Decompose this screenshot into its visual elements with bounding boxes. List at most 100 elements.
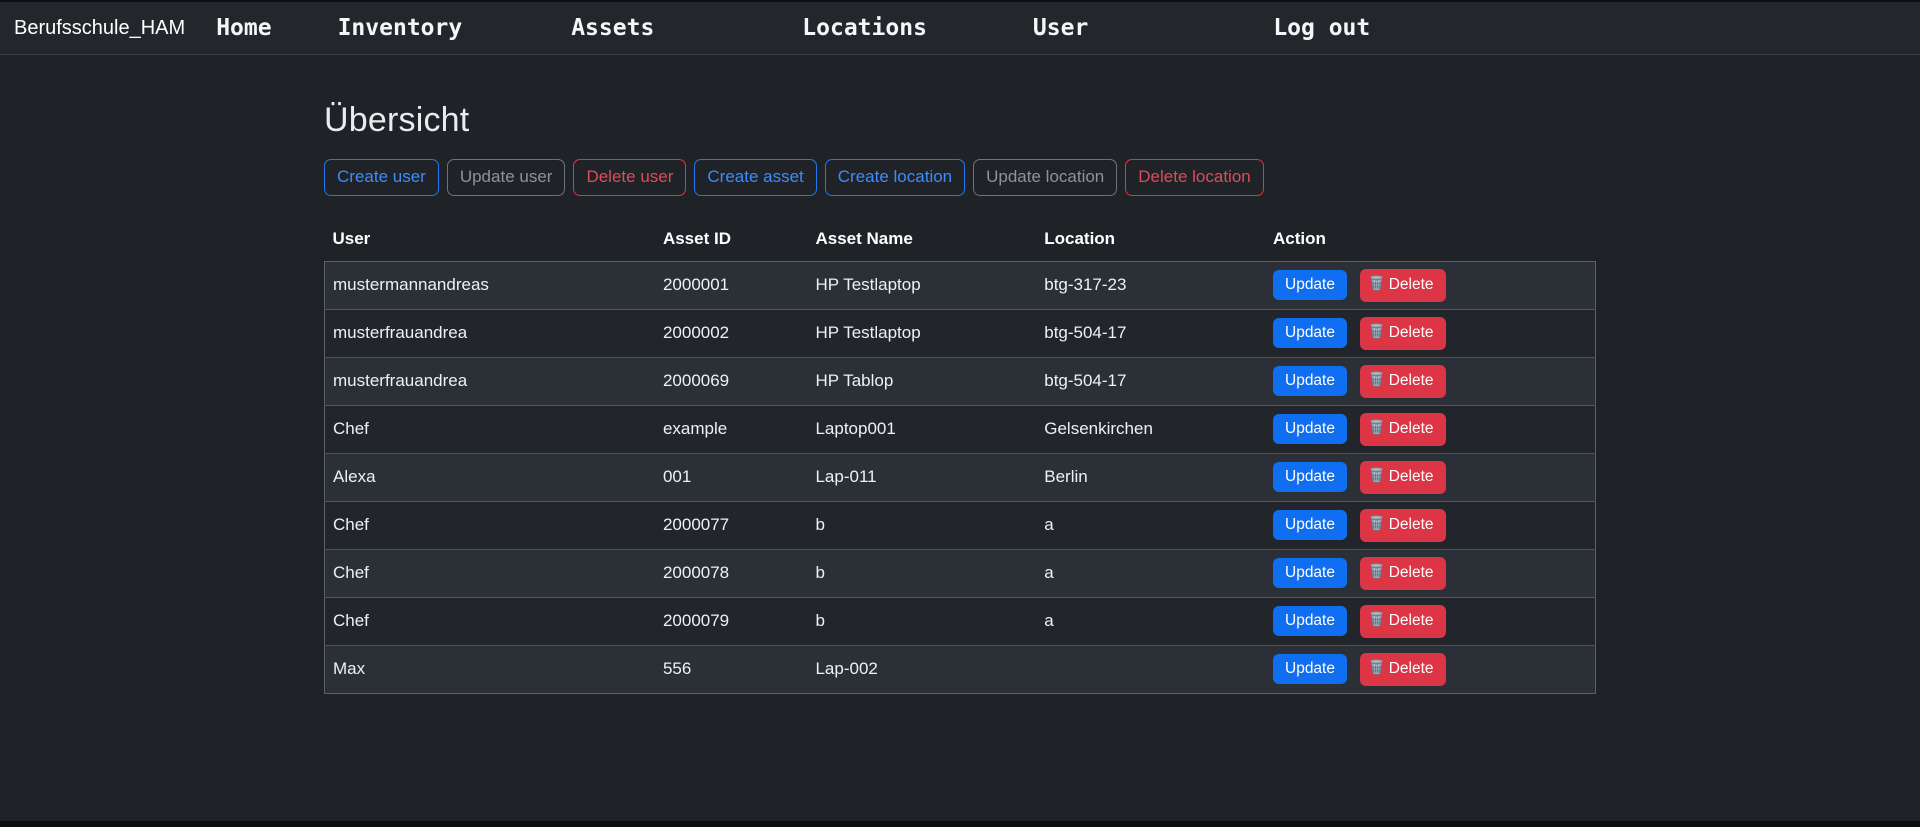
cell-user: Alexa bbox=[325, 453, 655, 501]
navbar-menu: Home Inventory Assets Locations User Log… bbox=[185, 15, 1370, 41]
nav-link-home[interactable]: Home bbox=[216, 15, 271, 41]
table-row: Chef 2000078 b a Update Delete bbox=[325, 549, 1596, 597]
cell-asset-id: 2000079 bbox=[655, 597, 808, 645]
nav-link-assets[interactable]: Assets bbox=[571, 15, 654, 41]
row-delete-button[interactable]: Delete bbox=[1360, 653, 1446, 686]
row-update-button[interactable]: Update bbox=[1273, 606, 1347, 636]
cell-location: btg-504-17 bbox=[1036, 357, 1265, 405]
cell-user: Chef bbox=[325, 549, 655, 597]
row-delete-button[interactable]: Delete bbox=[1360, 605, 1446, 638]
update-user-button[interactable]: Update user bbox=[447, 159, 566, 196]
row-update-button[interactable]: Update bbox=[1273, 654, 1347, 684]
delete-user-button[interactable]: Delete user bbox=[573, 159, 686, 196]
column-header-asset-id: Asset ID bbox=[655, 221, 808, 262]
cell-user: musterfrauandrea bbox=[325, 309, 655, 357]
create-user-button[interactable]: Create user bbox=[324, 159, 439, 196]
trash-icon bbox=[1369, 467, 1384, 488]
nav-item-home[interactable]: Home bbox=[216, 15, 271, 41]
table-row: musterfrauandrea 2000002 HP Testlaptop b… bbox=[325, 309, 1596, 357]
trash-icon bbox=[1369, 563, 1384, 584]
row-delete-label: Delete bbox=[1389, 516, 1434, 534]
cell-action: Update Delete bbox=[1265, 405, 1596, 453]
row-delete-button[interactable]: Delete bbox=[1360, 461, 1446, 494]
trash-icon bbox=[1369, 419, 1384, 440]
nav-item-logout[interactable]: Log out bbox=[1273, 15, 1370, 41]
cell-action: Update Delete bbox=[1265, 549, 1596, 597]
table-row: Chef 2000077 b a Update Delete bbox=[325, 501, 1596, 549]
cell-asset-name: HP Testlaptop bbox=[807, 309, 1036, 357]
delete-location-button[interactable]: Delete location bbox=[1125, 159, 1263, 196]
row-delete-button[interactable]: Delete bbox=[1360, 509, 1446, 542]
cell-location: btg-317-23 bbox=[1036, 261, 1265, 309]
row-delete-label: Delete bbox=[1389, 420, 1434, 438]
cell-user: Chef bbox=[325, 501, 655, 549]
assets-table-body: mustermannandreas 2000001 HP Testlaptop … bbox=[325, 261, 1596, 693]
screen-bottom-edge bbox=[0, 821, 1920, 827]
row-delete-label: Delete bbox=[1389, 564, 1434, 582]
update-location-button[interactable]: Update location bbox=[973, 159, 1117, 196]
cell-location: btg-504-17 bbox=[1036, 309, 1265, 357]
cell-asset-id: 2000077 bbox=[655, 501, 808, 549]
row-update-button[interactable]: Update bbox=[1273, 270, 1347, 300]
assets-table-header: User Asset ID Asset Name Location Action bbox=[325, 221, 1596, 262]
nav-item-locations[interactable]: Locations bbox=[802, 15, 927, 41]
cell-asset-id: 2000078 bbox=[655, 549, 808, 597]
row-delete-button[interactable]: Delete bbox=[1360, 413, 1446, 446]
cell-action: Update Delete bbox=[1265, 597, 1596, 645]
cell-user: Chef bbox=[325, 405, 655, 453]
row-update-button[interactable]: Update bbox=[1273, 462, 1347, 492]
nav-link-user[interactable]: User bbox=[1033, 15, 1088, 41]
cell-location: a bbox=[1036, 501, 1265, 549]
nav-item-assets[interactable]: Assets bbox=[571, 15, 654, 41]
row-delete-button[interactable]: Delete bbox=[1360, 365, 1446, 398]
row-update-button[interactable]: Update bbox=[1273, 558, 1347, 588]
row-delete-button[interactable]: Delete bbox=[1360, 269, 1446, 302]
row-update-button[interactable]: Update bbox=[1273, 510, 1347, 540]
row-update-button[interactable]: Update bbox=[1273, 366, 1347, 396]
cell-asset-name: Lap-002 bbox=[807, 645, 1036, 693]
row-update-button[interactable]: Update bbox=[1273, 318, 1347, 348]
cell-asset-id: 2000001 bbox=[655, 261, 808, 309]
create-location-button[interactable]: Create location bbox=[825, 159, 965, 196]
cell-action: Update Delete bbox=[1265, 357, 1596, 405]
cell-asset-id: example bbox=[655, 405, 808, 453]
row-delete-label: Delete bbox=[1389, 324, 1434, 342]
row-delete-button[interactable]: Delete bbox=[1360, 557, 1446, 590]
cell-action: Update Delete bbox=[1265, 645, 1596, 693]
main-content: Übersicht Create user Update user Delete… bbox=[324, 101, 1596, 694]
nav-item-user[interactable]: User bbox=[1033, 15, 1088, 41]
trash-icon bbox=[1369, 371, 1384, 392]
nav-link-locations[interactable]: Locations bbox=[802, 15, 927, 41]
cell-user: mustermannandreas bbox=[325, 261, 655, 309]
navbar-brand[interactable]: Berufsschule_HAM bbox=[14, 17, 185, 40]
cell-asset-id: 2000069 bbox=[655, 357, 808, 405]
cell-asset-name: Laptop001 bbox=[807, 405, 1036, 453]
cell-action: Update Delete bbox=[1265, 501, 1596, 549]
trash-icon bbox=[1369, 275, 1384, 296]
page-title: Übersicht bbox=[324, 101, 1596, 140]
cell-asset-name: HP Testlaptop bbox=[807, 261, 1036, 309]
action-toolbar: Create user Update user Delete user Crea… bbox=[324, 159, 1596, 196]
trash-icon bbox=[1369, 323, 1384, 344]
create-asset-button[interactable]: Create asset bbox=[694, 159, 816, 196]
table-row: Alexa 001 Lap-011 Berlin Update Delete bbox=[325, 453, 1596, 501]
table-row: Chef 2000079 b a Update Delete bbox=[325, 597, 1596, 645]
nav-item-inventory[interactable]: Inventory bbox=[338, 15, 463, 41]
column-header-asset-name: Asset Name bbox=[807, 221, 1036, 262]
cell-asset-name: b bbox=[807, 549, 1036, 597]
nav-link-logout[interactable]: Log out bbox=[1273, 15, 1370, 41]
cell-location bbox=[1036, 645, 1265, 693]
cell-asset-id: 001 bbox=[655, 453, 808, 501]
cell-action: Update Delete bbox=[1265, 309, 1596, 357]
cell-action: Update Delete bbox=[1265, 453, 1596, 501]
row-update-button[interactable]: Update bbox=[1273, 414, 1347, 444]
cell-asset-name: HP Tablop bbox=[807, 357, 1036, 405]
cell-location: a bbox=[1036, 549, 1265, 597]
nav-link-inventory[interactable]: Inventory bbox=[338, 15, 463, 41]
table-row: mustermannandreas 2000001 HP Testlaptop … bbox=[325, 261, 1596, 309]
cell-asset-id: 556 bbox=[655, 645, 808, 693]
row-delete-label: Delete bbox=[1389, 372, 1434, 390]
cell-location: Gelsenkirchen bbox=[1036, 405, 1265, 453]
row-delete-label: Delete bbox=[1389, 660, 1434, 678]
row-delete-button[interactable]: Delete bbox=[1360, 317, 1446, 350]
